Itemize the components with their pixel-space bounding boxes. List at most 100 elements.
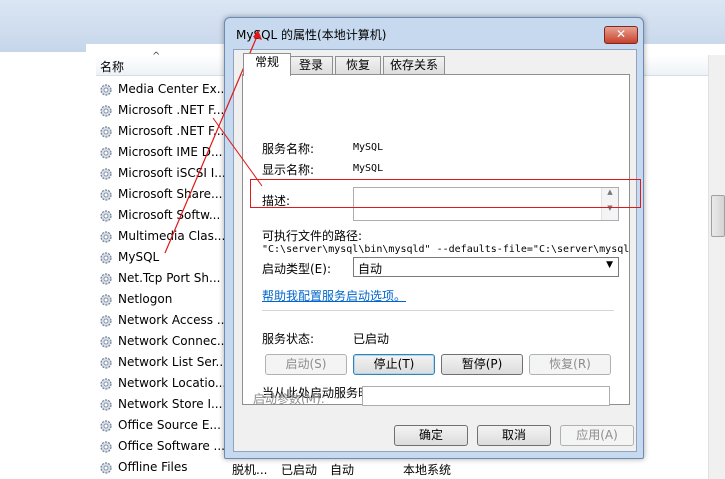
service-row[interactable]: Network List Ser... (99, 352, 229, 373)
service-row[interactable]: Net.Tcp Port Sh... (99, 268, 229, 289)
service-name: Network Locatio... (118, 376, 227, 390)
chevron-down-icon: ▼ (606, 260, 613, 270)
service-name: Network Store I... (118, 397, 223, 411)
stop-button[interactable]: 停止(T) (353, 354, 435, 375)
scrollbar-thumb[interactable] (711, 195, 725, 237)
ok-button[interactable]: 确定 (394, 425, 468, 446)
service-row[interactable]: Office Software ... (99, 436, 229, 457)
service-row[interactable]: Media Center Ex... (99, 79, 229, 100)
gear-icon (99, 293, 113, 307)
service-row[interactable]: MySQL (99, 247, 229, 268)
service-name: Media Center Ex... (118, 82, 229, 96)
service-name: Microsoft Softw... (118, 208, 221, 222)
exe-path-label: 可执行文件的路径: (262, 229, 363, 243)
close-icon: ✕ (615, 27, 627, 41)
properties-dialog: MySQL 的属性(本地计算机) ✕ 常规 登录 恢复 依存关系 服务名称: M… (224, 17, 644, 459)
service-name: Office Software ... (118, 439, 225, 453)
path-highlight-box (250, 179, 641, 208)
display-name-value: MySQL (353, 163, 384, 174)
startup-type-select[interactable]: 自动 ▼ (353, 257, 619, 277)
dialog-title: MySQL 的属性(本地计算机) (236, 28, 387, 42)
service-name: Microsoft IME D... (118, 145, 223, 159)
close-button[interactable]: ✕ (604, 26, 638, 44)
apply-button[interactable]: 应用(A) (560, 425, 634, 446)
dialog-titlebar[interactable]: MySQL 的属性(本地计算机) ✕ (225, 18, 643, 48)
gear-icon (99, 419, 113, 433)
gear-icon (99, 209, 113, 223)
offline-files-startup: 自动 (330, 463, 355, 477)
status-label: 服务状态: (262, 332, 315, 346)
display-name-label: 显示名称: (262, 163, 315, 177)
offline-files-description: 脱机... (232, 463, 268, 477)
service-row[interactable]: Microsoft iSCSI I... (99, 163, 229, 184)
gear-icon (99, 230, 113, 244)
service-name: Offline Files (118, 460, 188, 474)
start-params-input[interactable] (362, 386, 610, 406)
offline-files-logon: 本地系统 (403, 463, 452, 477)
service-name: Microsoft .NET F... (118, 103, 225, 117)
gear-icon (99, 461, 113, 475)
gear-icon (99, 314, 113, 328)
params-label: 启动参数(M): (253, 392, 325, 406)
service-row[interactable]: Network Store I... (99, 394, 229, 415)
service-row[interactable]: Netlogon (99, 289, 229, 310)
gear-icon (99, 167, 113, 181)
service-name: Network List Ser... (118, 355, 227, 369)
gear-icon (99, 335, 113, 349)
gear-icon (99, 83, 113, 97)
tab-dependencies[interactable]: 依存关系 (383, 56, 445, 75)
service-row[interactable]: Microsoft IME D... (99, 142, 229, 163)
gear-icon (99, 398, 113, 412)
general-tab-page: 服务名称: MySQL 显示名称: MySQL 描述: ▲ ▼ 可执行文件的路径:… (242, 74, 630, 405)
column-header-label: 名称 (100, 60, 125, 74)
service-name: Net.Tcp Port Sh... (118, 271, 221, 285)
service-name: Multimedia Clas... (118, 229, 226, 243)
service-row[interactable]: Offline Files (99, 457, 229, 478)
exe-path-value: "C:\server\mysql\bin\mysqld" --defaults-… (262, 244, 630, 255)
dialog-client: 常规 登录 恢复 依存关系 服务名称: MySQL 显示名称: MySQL 描述… (233, 49, 637, 452)
startup-type-value: 自动 (358, 262, 383, 276)
service-name: Network Access ... (118, 313, 229, 327)
gear-icon (99, 440, 113, 454)
start-button[interactable]: 启动(S) (265, 354, 347, 375)
service-name: Microsoft .NET F... (118, 124, 225, 138)
service-name: Office Source E... (118, 418, 221, 432)
sort-caret-icon: ^ (152, 51, 161, 62)
service-row[interactable]: Network Connec... (99, 331, 229, 352)
service-name: Netlogon (118, 292, 173, 306)
status-value: 已启动 (353, 332, 390, 346)
gear-icon (99, 356, 113, 370)
gear-icon (99, 104, 113, 118)
gear-icon (99, 146, 113, 160)
service-row[interactable]: Microsoft .NET F... (99, 100, 229, 121)
service-row[interactable]: Office Source E... (99, 415, 229, 436)
service-row[interactable]: Microsoft .NET F... (99, 121, 229, 142)
gear-icon (99, 188, 113, 202)
service-name-value: MySQL (353, 142, 384, 153)
service-row[interactable]: Microsoft Share... (99, 184, 229, 205)
tab-recovery[interactable]: 恢复 (335, 56, 381, 75)
service-row[interactable]: Microsoft Softw... (99, 205, 229, 226)
service-name: Microsoft Share... (118, 187, 223, 201)
service-row[interactable]: Multimedia Clas... (99, 226, 229, 247)
separator (262, 310, 614, 312)
startup-type-label: 启动类型(E): (262, 262, 331, 276)
gear-icon (99, 251, 113, 265)
gear-icon (99, 377, 113, 391)
service-name: Network Connec... (118, 334, 229, 348)
gear-icon (99, 272, 113, 286)
offline-files-status: 已启动 (281, 463, 318, 477)
gear-icon (99, 125, 113, 139)
service-name-label: 服务名称: (262, 142, 315, 156)
services-scrollbar[interactable] (708, 55, 725, 479)
tab-general[interactable]: 常规 (243, 53, 291, 76)
tab-logon[interactable]: 登录 (289, 56, 333, 75)
service-name: Microsoft iSCSI I... (118, 166, 226, 180)
pause-button[interactable]: 暂停(P) (441, 354, 523, 375)
startup-help-link[interactable]: 帮助我配置服务启动选项。 (262, 287, 406, 304)
cancel-button[interactable]: 取消 (477, 425, 551, 446)
service-name: MySQL (118, 250, 160, 264)
service-row[interactable]: Network Locatio... (99, 373, 229, 394)
service-row[interactable]: Network Access ... (99, 310, 229, 331)
resume-button[interactable]: 恢复(R) (529, 354, 611, 375)
